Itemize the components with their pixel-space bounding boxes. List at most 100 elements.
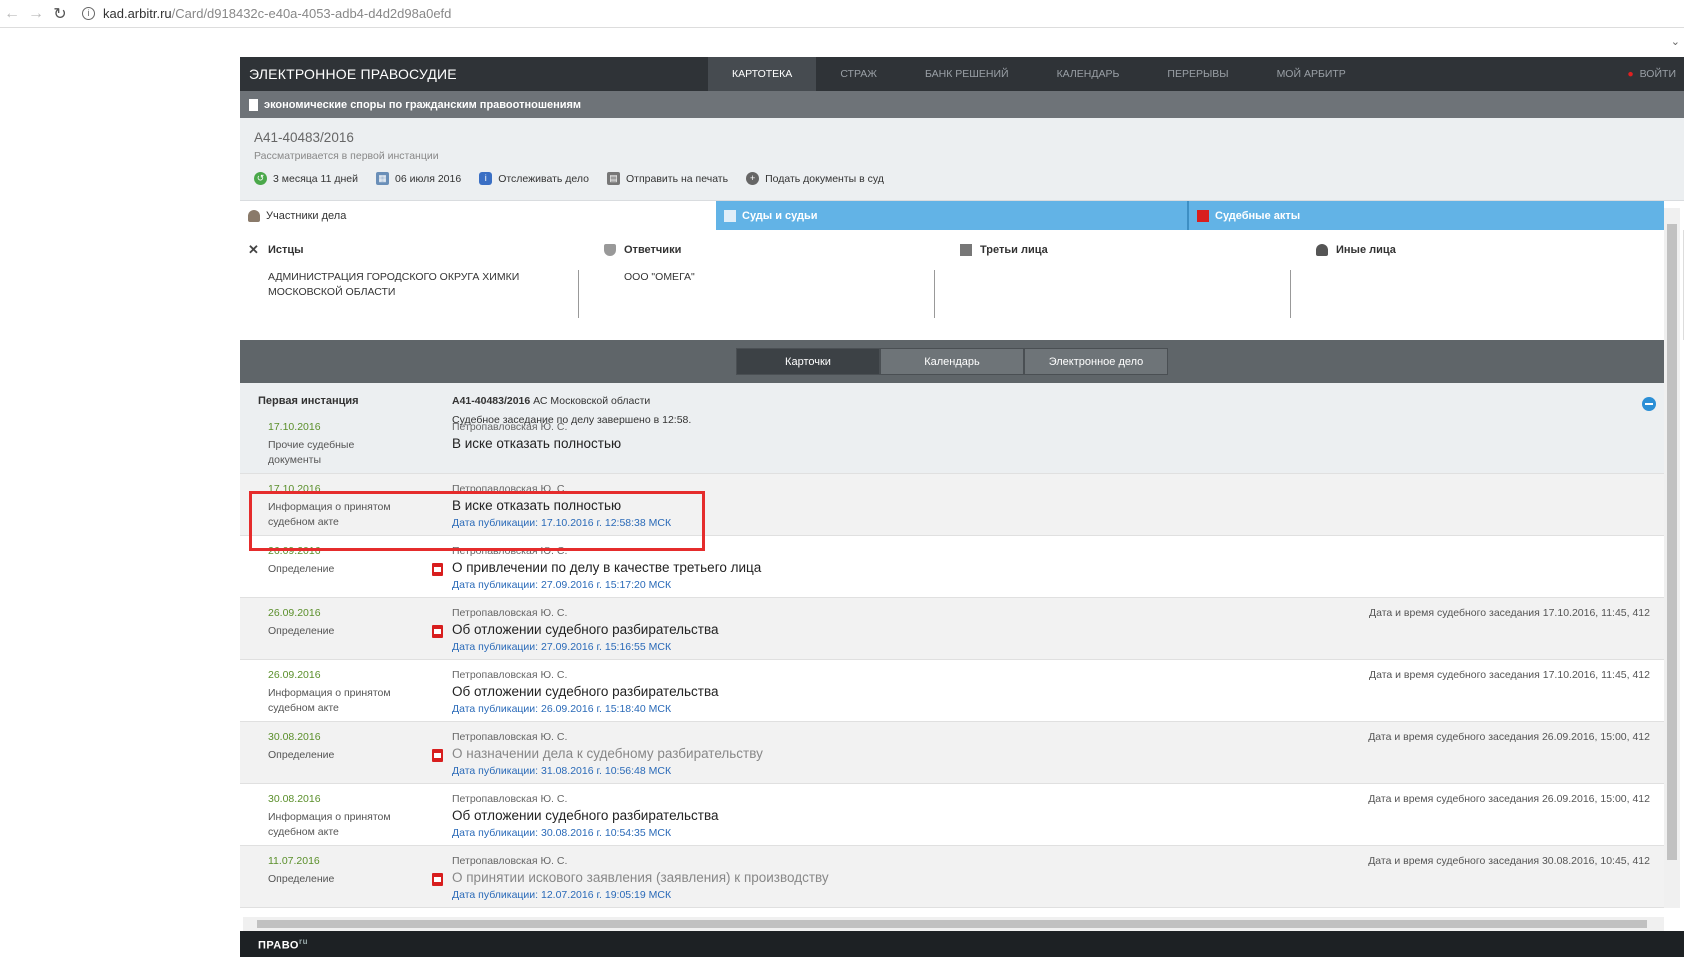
nav-tab-strazh[interactable]: СТРАЖ — [816, 57, 901, 91]
shield-icon: i — [479, 172, 493, 185]
url-path: /Card/d918432c-e40a-4053-adb4-d4d2d98a0e… — [171, 6, 452, 21]
case-number: А41-40483/2016 — [254, 130, 354, 145]
back-icon[interactable]: ← — [0, 5, 24, 23]
plaintiffs-label: Истцы — [268, 244, 304, 256]
defendants-body: ООО "ОМЕГА" — [604, 270, 952, 320]
third-parties-column: Третьи лица — [952, 236, 1308, 340]
login-link[interactable]: ● ВОЙТИ — [1627, 68, 1684, 80]
tab-participants-label: Участники дела — [266, 209, 347, 222]
nav-tab-my-arbitr[interactable]: МОЙ АРБИТР — [1253, 57, 1370, 91]
document-title[interactable]: В иске отказать полностью — [452, 436, 621, 451]
tab-acts-label: Судебные акты — [1215, 209, 1301, 222]
pdf-icon — [1197, 209, 1209, 222]
highlight-box — [249, 491, 705, 551]
third-parties-header: Третьи лица — [960, 236, 1308, 264]
pdf-icon[interactable] — [432, 563, 443, 576]
footer: ПРАВОru — [240, 931, 1684, 957]
submit-docs-button[interactable]: + Подать документы в суд — [746, 172, 884, 185]
tab-cards[interactable]: Карточки — [736, 348, 880, 375]
tab-calendar[interactable]: Календарь — [880, 348, 1024, 375]
document-title[interactable]: Об отложении судебного разбирательства — [452, 622, 719, 637]
tab-electronic-case[interactable]: Электронное дело — [1024, 348, 1168, 375]
document-type: Определение — [268, 625, 335, 637]
publication-date-link[interactable]: Дата публикации: 27.09.2016 г. 15:16:55 … — [452, 641, 671, 653]
horizontal-scrollbar[interactable] — [243, 917, 1664, 931]
print-button[interactable]: ▤ Отправить на печать — [607, 172, 728, 185]
info-icon[interactable]: i — [82, 7, 95, 20]
hearing-info: Дата и время судебного заседания 17.10.2… — [1368, 669, 1650, 681]
tab-courts[interactable]: Суды и судьи — [716, 201, 1189, 230]
document-date: 26.09.2016 — [268, 669, 321, 681]
document-title[interactable]: О принятии искового заявления (заявления… — [452, 870, 829, 885]
document-type: Информация о принятом судебном акте — [268, 811, 391, 838]
publication-date-link[interactable]: Дата публикации: 27.09.2016 г. 15:17:20 … — [452, 579, 671, 591]
collapse-icon[interactable] — [1642, 397, 1656, 411]
duration: ↺ 3 месяца 11 дней — [254, 172, 358, 185]
forward-icon[interactable]: → — [24, 5, 48, 23]
browser-toolbar: ← → ↻ i kad.arbitr.ru/Card/d918432c-e40a… — [0, 0, 1684, 28]
track-case-button[interactable]: i Отслеживать дело — [479, 172, 589, 185]
category-bar: экономические споры по гражданским право… — [240, 91, 1684, 118]
document-title[interactable]: О привлечении по делу в качестве третьег… — [452, 560, 761, 575]
brand[interactable]: ЭЛЕКТРОННОЕ ПРАВОСУДИЕ — [240, 66, 708, 82]
swords-icon: ✕ — [248, 242, 259, 257]
judge-name: Петропавловская Ю. С. — [452, 793, 568, 805]
publication-date-link[interactable]: Дата публикации: 26.09.2016 г. 15:18:40 … — [452, 703, 671, 715]
calendar-icon: ▦ — [375, 172, 389, 185]
defendant-name[interactable]: ООО "ОМЕГА" — [604, 270, 934, 320]
chevron-down-icon[interactable]: ⌄ — [1671, 35, 1680, 48]
document-title[interactable]: Об отложении судебного разбирательства — [452, 684, 719, 699]
plaintiffs-column: ✕ Истцы АДМИНИСТРАЦИЯ ГОРОДСКОГО ОКРУГА Х… — [240, 236, 596, 340]
document-date: 17.10.2016 — [268, 421, 321, 433]
track-label: Отслеживать дело — [498, 172, 590, 185]
document-icon — [249, 98, 258, 111]
nav-tab-kartoteka[interactable]: КАРТОТЕКА — [708, 57, 817, 91]
nav-tab-bank[interactable]: БАНК РЕШЕНИЙ — [901, 57, 1033, 91]
tab-acts[interactable]: Судебные акты — [1189, 201, 1664, 230]
instance-court: АС Московской области — [530, 395, 651, 407]
document-row[interactable]: 30.08.2016 Определение Петропавловская Ю. … — [240, 722, 1664, 784]
nav-tabs: КАРТОТЕКА СТРАЖ БАНК РЕШЕНИЙ КАЛЕНДАРЬ П… — [708, 57, 1370, 91]
logo-suffix: ru — [298, 936, 308, 946]
document-row[interactable]: 11.07.2016 Определение Петропавловская Ю. … — [240, 846, 1664, 908]
tab-participants[interactable]: Участники дела — [240, 201, 716, 230]
instance-case: А41-40483/2016 АС Московской области — [452, 395, 650, 407]
judge-name: Петропавловская Ю. С. — [452, 731, 568, 743]
publication-date-link[interactable]: Дата публикации: 31.08.2016 г. 10:56:48 … — [452, 765, 671, 777]
defendants-header: Ответчики — [604, 236, 952, 264]
other-parties-column: Иные лица — [1308, 236, 1664, 340]
logo-text: ПРАВО — [258, 939, 299, 952]
card-tabs: Карточки Календарь Электронное дело — [736, 348, 1168, 375]
nav-tab-breaks[interactable]: ПЕРЕРЫВЫ — [1143, 57, 1252, 91]
date-label: 06 июля 2016 — [394, 172, 462, 185]
scroll-thumb[interactable] — [257, 920, 1647, 928]
pdf-icon[interactable] — [432, 749, 443, 762]
clock-icon: ↺ — [254, 172, 267, 185]
pdf-icon[interactable] — [432, 625, 443, 638]
document-title[interactable]: Об отложении судебного разбирательства — [452, 808, 719, 823]
instance-case-number[interactable]: А41-40483/2016 — [452, 395, 530, 407]
tab-courts-label: Суды и судьи — [742, 209, 818, 222]
document-row[interactable]: 26.09.2016 Информация о принятом судебном… — [240, 660, 1664, 722]
publication-date-link[interactable]: Дата публикации: 12.07.2016 г. 19:05:19 … — [452, 889, 671, 901]
login-label: ВОЙТИ — [1639, 68, 1676, 80]
pravo-logo[interactable]: ПРАВОru — [258, 937, 308, 952]
reload-icon[interactable]: ↻ — [48, 4, 72, 24]
document-row[interactable]: 26.09.2016 Определение Петропавловская Ю. … — [240, 598, 1664, 660]
document-title[interactable]: О назначении дела к судебному разбирател… — [452, 746, 763, 761]
address-bar[interactable]: i kad.arbitr.ru/Card/d918432c-e40a-4053-… — [82, 6, 451, 21]
status-dot-icon: ● — [1627, 68, 1634, 80]
document-row[interactable]: 17.10.2016 Прочие судебные документы Петро… — [240, 412, 1664, 474]
publication-date-link[interactable]: Дата публикации: 30.08.2016 г. 10:54:35 … — [452, 827, 671, 839]
vertical-scrollbar[interactable] — [1664, 208, 1680, 908]
plaintiffs-header: ✕ Истцы — [248, 236, 596, 264]
person-icon — [1316, 244, 1328, 256]
card-tabs-bar: Карточки Календарь Электронное дело — [240, 340, 1664, 383]
plaintiff-name[interactable]: АДМИНИСТРАЦИЯ ГОРОДСКОГО ОКРУГА ХИМКИ МО… — [248, 270, 578, 320]
third-parties-label: Третьи лица — [980, 244, 1048, 256]
document-row[interactable]: 30.08.2016 Информация о принятом судебном… — [240, 784, 1664, 846]
pdf-icon[interactable] — [432, 873, 443, 886]
scroll-thumb[interactable] — [1667, 224, 1677, 860]
nav-tab-calendar[interactable]: КАЛЕНДАРЬ — [1033, 57, 1144, 91]
case-actions: ↺ 3 месяца 11 дней ▦ 06 июля 2016 i Отслежи… — [254, 172, 1670, 185]
